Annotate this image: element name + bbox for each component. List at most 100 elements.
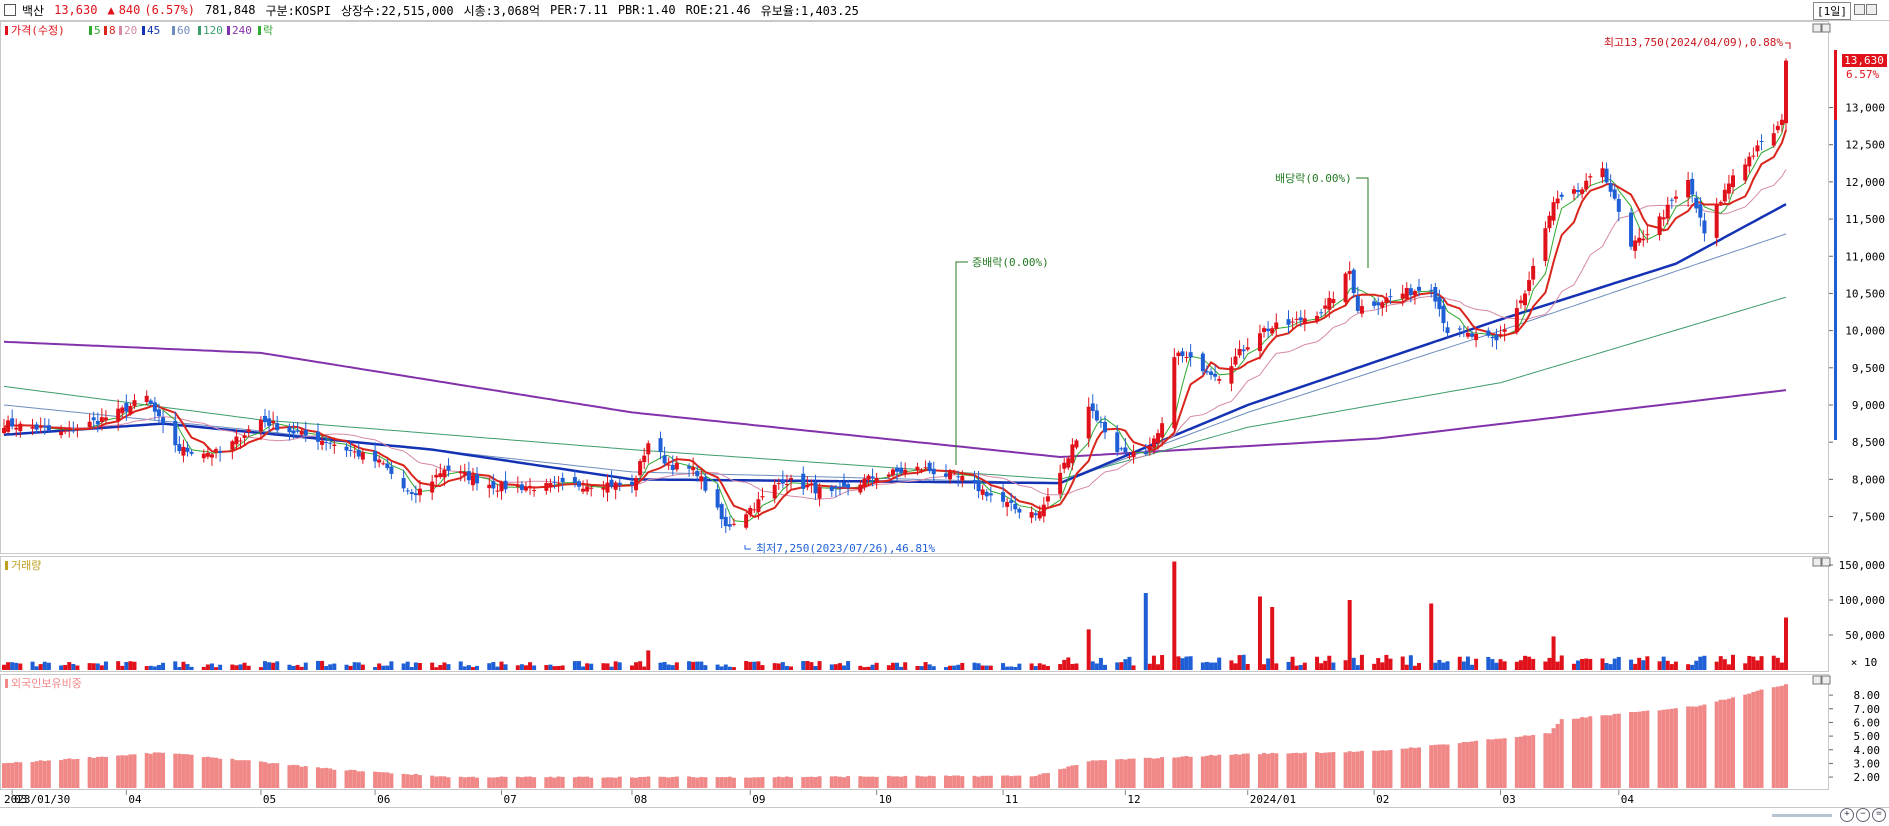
foreign-ratio-bar [275,763,280,788]
foreign-ratio-bar [842,777,847,788]
foreign-ratio-bar [1416,747,1421,788]
volume-bar [1017,663,1022,670]
candle-body [1498,334,1503,336]
volume-bar [120,665,125,670]
candle-body [662,455,667,464]
candle-body [1270,328,1275,334]
volume-bar [674,662,679,670]
volume-bar [1490,659,1495,670]
stock-header: 백산 13,630 ▲ 840 (6.57%) 781,848 구분:KOSPI… [0,0,1889,21]
stock-chart[interactable]: 가격(수정) 5 8 20 45 60 120 240 락 거래량 외국인보유비… [0,20,1889,826]
volume-bar [1098,657,1103,670]
candle-body [348,449,353,451]
legend-ma5: 5 [94,24,101,37]
select-checkbox[interactable] [4,4,16,16]
volume-bar [923,662,928,670]
foreign-ratio-bar [1584,717,1589,788]
close-icon[interactable] [1866,4,1877,15]
volume-bar [1580,658,1585,670]
candle-body [846,484,851,489]
foreign-ratio-bar [1751,691,1756,788]
foreign-ratio-bar [1629,712,1634,788]
x-tick-label: 03 [1503,793,1516,806]
candle-body [128,405,133,414]
price-panel-minimize-icon[interactable] [1812,23,1822,33]
foreign-ratio-bar [91,757,96,788]
volume-bar [352,662,357,670]
volume-bar [442,662,447,670]
volume-bar [99,665,104,670]
candle-body [1771,133,1776,146]
candle-body [780,479,785,484]
foreign-ratio-bar [1070,765,1075,788]
volume-bar [1359,654,1364,670]
volume-bar [287,664,292,670]
period-button[interactable]: [1일] [1813,2,1851,20]
price-tick-label: 7,500 [1852,511,1885,524]
foreign-ratio-bar [185,754,190,788]
foreign-ratio-bar [1074,765,1079,788]
foreign-ratio-bar [923,776,928,788]
volume-panel-minimize-icon[interactable] [1812,557,1822,567]
zoom-reset-icon[interactable]: = [1872,808,1886,822]
foreign-ratio-bar [218,758,223,788]
foreign-ratio-bar [189,754,194,788]
candle-body [756,499,761,513]
volume-bar [601,663,606,670]
candle-body [1547,215,1552,229]
candle-body [491,481,496,489]
volume-bar [886,665,891,670]
foreign-ratio-bar [1559,719,1564,788]
foreign-ratio-bar [523,776,528,788]
volume-bar [1584,658,1589,670]
candle-body [1066,458,1071,468]
foreign-ratio-bar [1698,705,1703,788]
candle-body [1665,204,1670,219]
candle-body [6,420,11,432]
candle-body [1058,472,1063,494]
foreign-ratio-bar [552,777,557,788]
candle-body [1698,204,1703,218]
legend-price-swatch [5,26,8,35]
candle-body [687,466,692,469]
foreign-ratio-bars [2,684,1788,788]
x-tick-label: 07 [503,793,516,806]
legend-ma240-swatch [227,26,230,35]
foreign-panel-close-icon[interactable] [1821,675,1831,685]
foreign-ratio-bar [589,777,594,788]
volume-bar [446,664,451,670]
candle-body [1029,512,1034,518]
scrollbar-track[interactable] [1772,814,1832,817]
horizontal-scrollbar[interactable] [1762,810,1840,822]
volume-panel-close-icon[interactable] [1821,557,1831,567]
price-panel-close-icon[interactable] [1821,23,1831,33]
zoom-in-icon[interactable]: + [1840,808,1854,822]
foreign-ratio-bar [585,776,590,788]
volume-bar [1474,658,1479,670]
foreign-ratio-bar [1673,708,1678,788]
candle-body [46,425,51,431]
foreign-ratio-bar [1690,706,1695,788]
legend-ma8: 8 [109,24,116,37]
foreign-ratio-bar [1331,752,1336,788]
volume-bar [829,664,834,670]
volume-bar [858,665,863,670]
foreign-ratio-bar [373,771,378,788]
price-tick-label: 8,500 [1852,436,1885,449]
minimize-icon[interactable] [1854,4,1865,15]
candle-body [866,475,871,480]
candle-body [1013,503,1018,510]
candle-body [752,509,757,511]
foreign-ratio-bar [405,774,410,788]
candle-body [829,486,834,492]
candle-body [1722,189,1727,202]
foreign-panel-minimize-icon[interactable] [1812,675,1822,685]
volume-bar [1355,665,1360,670]
candle-body [760,496,765,498]
volume-bar [385,665,390,670]
candle-body [952,472,957,474]
foreign-ratio-bar [1290,753,1295,788]
candle-body [895,467,900,472]
foreign-ratio-bar [1037,774,1042,788]
zoom-out-icon[interactable]: − [1856,808,1870,822]
